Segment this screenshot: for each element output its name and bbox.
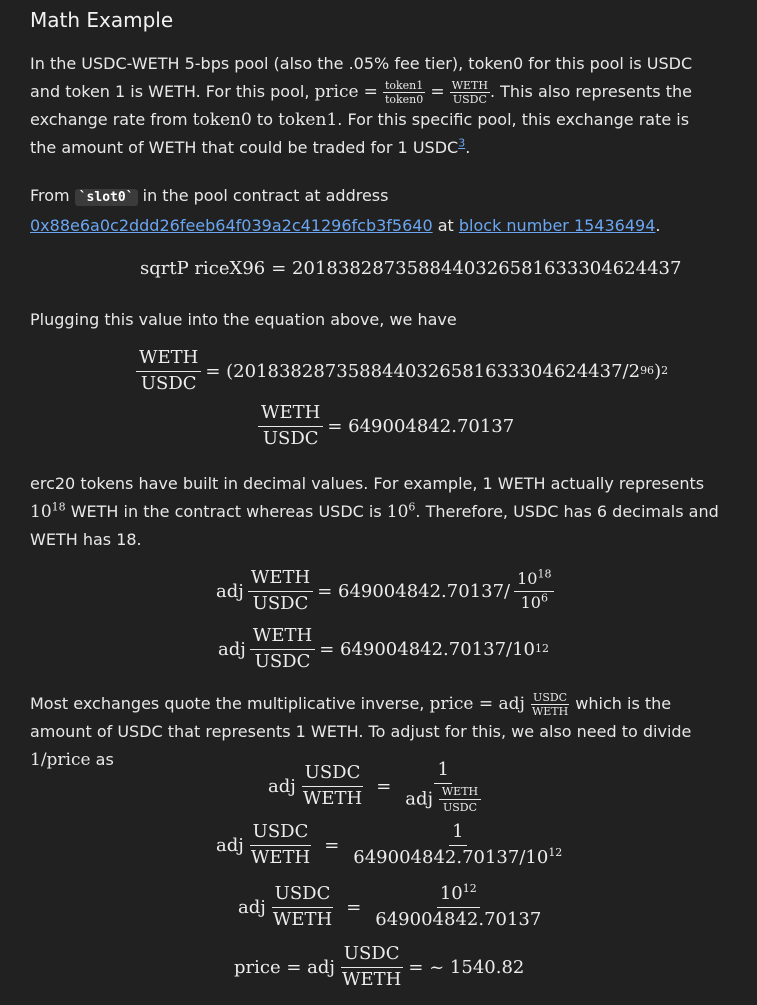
paragraph-slot0: From `slot0` in the pool contract at add… (30, 186, 661, 235)
fraction-weth-usdc: WETH USDC (449, 79, 490, 106)
paragraph-pool-intro: In the USDC-WETH 5-bps pool (also the .0… (30, 54, 693, 157)
paragraph-plugging: Plugging this value into the equation ab… (30, 310, 457, 329)
section-title: Math Example (30, 8, 174, 32)
fraction-token1-token0: token1 token0 (382, 79, 426, 106)
inline-code-slot0: `slot0` (74, 189, 138, 206)
paragraph-decimals: erc20 tokens have built in decimal value… (30, 474, 719, 549)
pool-address-link[interactable]: 0x88e6a0c2ddd26feeb64f039a2c41296fcb3f56… (30, 216, 433, 235)
block-number-link[interactable]: block number 15436494 (459, 216, 656, 235)
